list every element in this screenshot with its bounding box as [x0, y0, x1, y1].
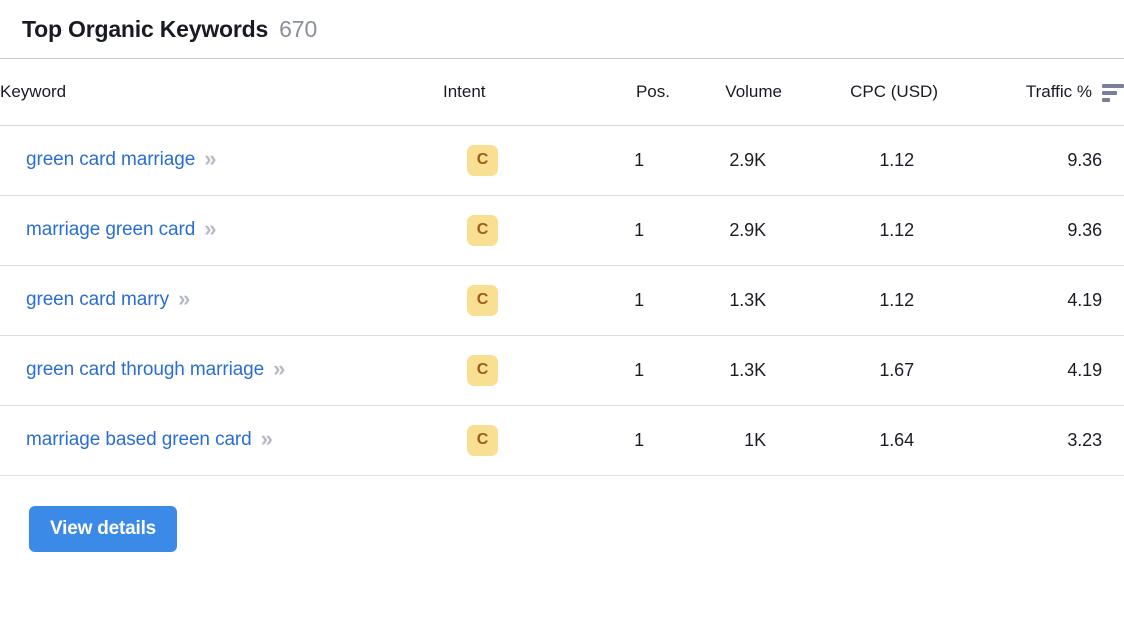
cell-volume: 1.3K	[670, 335, 782, 405]
table-header-row: Keyword Intent Pos. Volume CPC (USD) Tra…	[0, 59, 1124, 125]
traffic-value: 3.23	[1067, 430, 1102, 450]
table-row: green card marry » C 1 1.3K 1.12 4.19	[0, 265, 1124, 335]
cpc-value: 1.64	[879, 430, 914, 450]
keyword-count: 670	[279, 16, 317, 43]
table-row: marriage based green card » C 1 1K 1.64 3.23	[0, 405, 1124, 475]
volume-value: 1.3K	[729, 290, 766, 310]
cell-cpc: 1.67	[782, 335, 938, 405]
cell-intent: C	[443, 265, 560, 335]
column-header-pos[interactable]: Pos.	[560, 59, 670, 125]
intent-badge[interactable]: C	[467, 285, 498, 316]
widget-footer: View details	[0, 476, 1124, 552]
column-header-traffic-label: Traffic %	[1026, 82, 1092, 102]
cell-traffic: 9.36	[938, 125, 1124, 195]
cpc-value: 1.12	[879, 220, 914, 240]
cell-keyword: marriage based green card »	[0, 405, 443, 475]
column-header-traffic[interactable]: Traffic %	[938, 59, 1124, 125]
keyword-link[interactable]: green card marry	[26, 289, 169, 311]
position-value: 1	[634, 290, 644, 310]
organic-keywords-table: Keyword Intent Pos. Volume CPC (USD) Tra…	[0, 59, 1124, 476]
page-title: Top Organic Keywords	[22, 16, 268, 43]
cpc-value: 1.12	[879, 150, 914, 170]
column-header-volume[interactable]: Volume	[670, 59, 782, 125]
cell-cpc: 1.12	[782, 195, 938, 265]
cell-traffic: 9.36	[938, 195, 1124, 265]
cell-pos: 1	[560, 195, 670, 265]
cell-volume: 2.9K	[670, 195, 782, 265]
cell-volume: 1K	[670, 405, 782, 475]
intent-badge[interactable]: C	[467, 215, 498, 246]
cell-volume: 1.3K	[670, 265, 782, 335]
keyword-link[interactable]: marriage based green card	[26, 429, 252, 451]
cell-cpc: 1.12	[782, 125, 938, 195]
double-chevron-right-icon[interactable]: »	[204, 148, 214, 170]
intent-badge[interactable]: C	[467, 425, 498, 456]
traffic-value: 4.19	[1067, 290, 1102, 310]
traffic-value: 9.36	[1067, 150, 1102, 170]
traffic-value: 4.19	[1067, 360, 1102, 380]
double-chevron-right-icon[interactable]: »	[204, 218, 214, 240]
position-value: 1	[634, 220, 644, 240]
double-chevron-right-icon[interactable]: »	[273, 358, 283, 380]
cell-intent: C	[443, 335, 560, 405]
cell-pos: 1	[560, 335, 670, 405]
cell-keyword: green card through marriage »	[0, 335, 443, 405]
volume-value: 1K	[744, 430, 766, 450]
keyword-link[interactable]: green card through marriage	[26, 359, 264, 381]
table-row: green card marriage » C 1 2.9K 1.12 9.36	[0, 125, 1124, 195]
cell-traffic: 4.19	[938, 335, 1124, 405]
column-header-intent[interactable]: Intent	[443, 59, 560, 125]
cell-intent: C	[443, 405, 560, 475]
cell-keyword: green card marriage »	[0, 125, 443, 195]
cell-keyword: marriage green card »	[0, 195, 443, 265]
double-chevron-right-icon[interactable]: »	[178, 288, 188, 310]
cell-keyword: green card marry »	[0, 265, 443, 335]
cell-pos: 1	[560, 265, 670, 335]
table-body: green card marriage»C12.9K1.129.36marria…	[0, 125, 1124, 475]
position-value: 1	[634, 360, 644, 380]
cell-intent: C	[443, 125, 560, 195]
cell-intent: C	[443, 195, 560, 265]
double-chevron-right-icon[interactable]: »	[261, 428, 271, 450]
keyword-link[interactable]: green card marriage	[26, 149, 195, 171]
table-row: green card through marriage » C 1 1.3K 1.67 4.…	[0, 335, 1124, 405]
cell-traffic: 3.23	[938, 405, 1124, 475]
cpc-value: 1.67	[879, 360, 914, 380]
top-organic-keywords-widget: Top Organic Keywords 670 Keyword Intent …	[0, 0, 1124, 622]
intent-badge[interactable]: C	[467, 355, 498, 386]
column-header-cpc[interactable]: CPC (USD)	[782, 59, 938, 125]
position-value: 1	[634, 430, 644, 450]
cell-cpc: 1.64	[782, 405, 938, 475]
view-details-button[interactable]: View details	[29, 506, 177, 552]
volume-value: 2.9K	[729, 150, 766, 170]
volume-value: 1.3K	[729, 360, 766, 380]
widget-header: Top Organic Keywords 670	[0, 0, 1124, 59]
keyword-link[interactable]: marriage green card	[26, 219, 195, 241]
intent-badge[interactable]: C	[467, 145, 498, 176]
cell-traffic: 4.19	[938, 265, 1124, 335]
cell-cpc: 1.12	[782, 265, 938, 335]
volume-value: 2.9K	[729, 220, 766, 240]
traffic-value: 9.36	[1067, 220, 1102, 240]
column-header-keyword[interactable]: Keyword	[0, 59, 443, 125]
sort-descending-icon[interactable]	[1102, 82, 1124, 102]
cpc-value: 1.12	[879, 290, 914, 310]
table-row: marriage green card » C 1 2.9K 1.12 9.36	[0, 195, 1124, 265]
cell-pos: 1	[560, 405, 670, 475]
position-value: 1	[634, 150, 644, 170]
cell-volume: 2.9K	[670, 125, 782, 195]
cell-pos: 1	[560, 125, 670, 195]
